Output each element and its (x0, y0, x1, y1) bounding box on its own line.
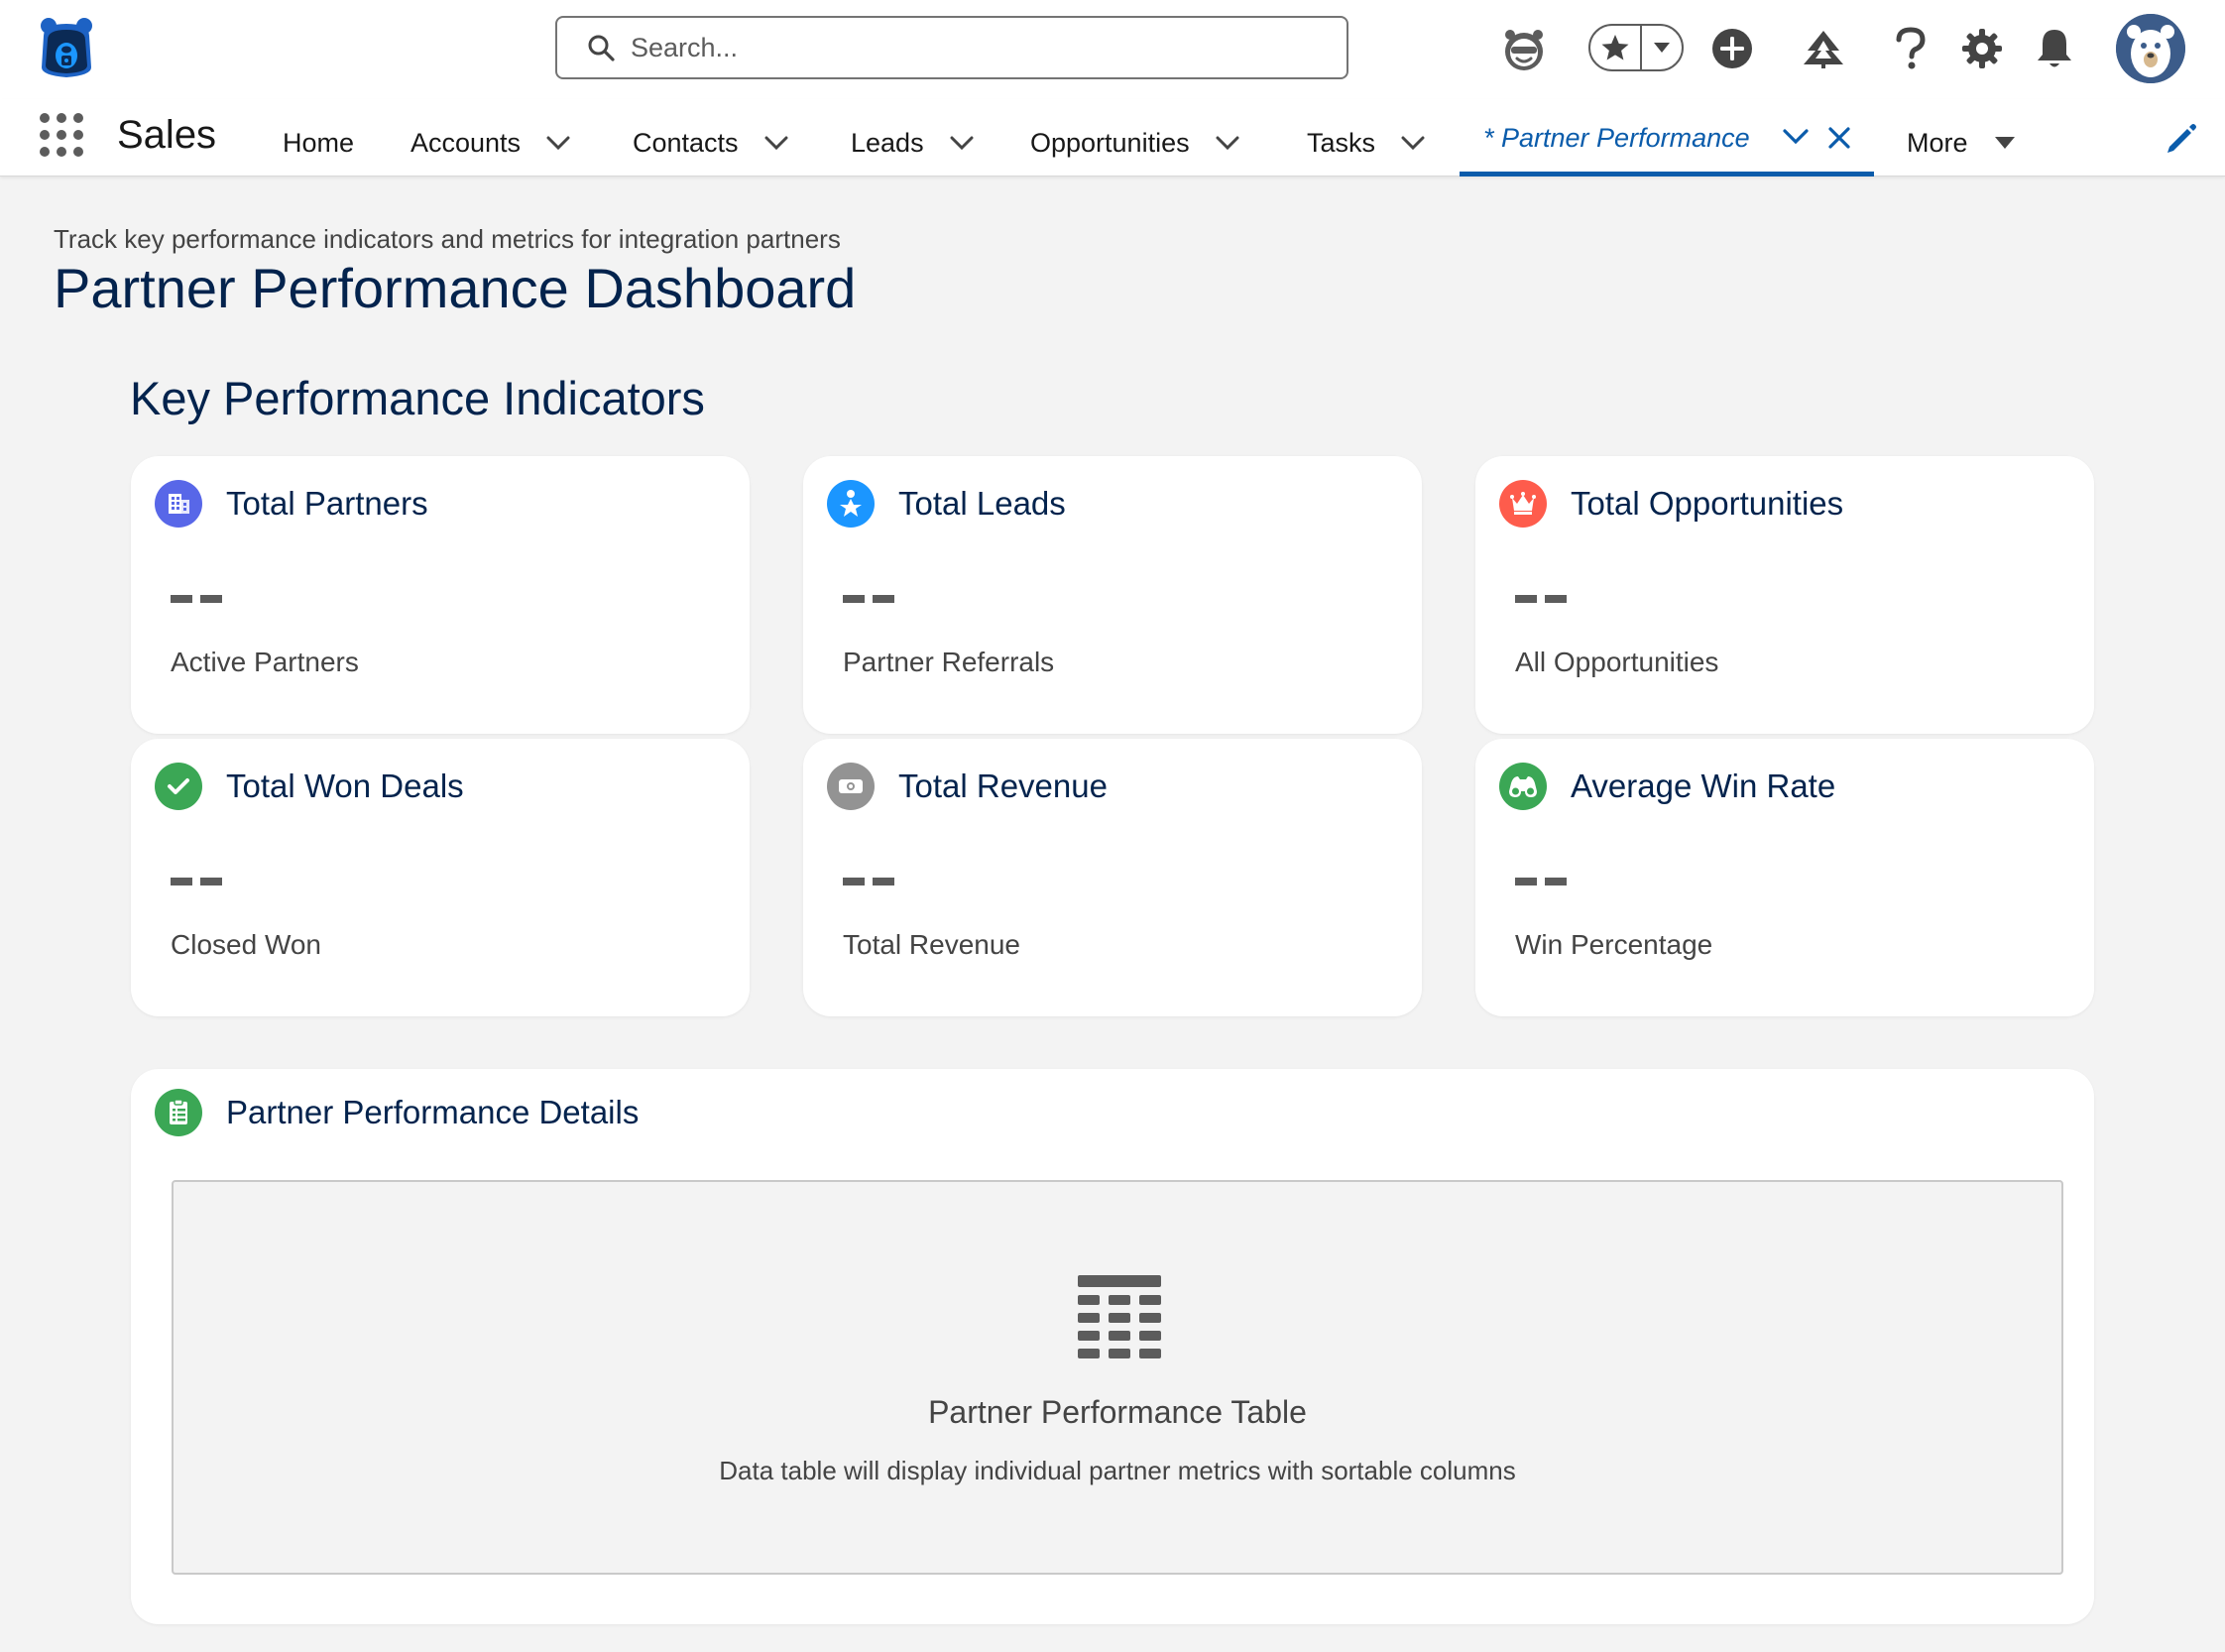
nav-item-label: Accounts (410, 127, 522, 158)
money-icon (827, 763, 875, 810)
kpi-section-title: Key Performance Indicators (130, 372, 705, 424)
help-icon[interactable] (1884, 22, 1937, 75)
kpi-title: Total Partners (226, 485, 428, 522)
favorites-group (1588, 24, 1684, 71)
kpi-card-total-revenue: Total Revenue Total Revenue (803, 739, 1422, 1016)
clipboard-icon (155, 1089, 202, 1136)
kpi-card-total-leads: Total Leads Partner Referrals (803, 456, 1422, 734)
kpi-card-total-partners: Total Partners Active Partners (131, 456, 750, 734)
search-icon (588, 35, 615, 61)
nav-item-label: Home (283, 127, 355, 158)
table-placeholder-title: Partner Performance Table (928, 1394, 1307, 1430)
kpi-label: All Opportunities (1515, 647, 1719, 677)
chevron-down-icon[interactable] (764, 136, 788, 150)
kpi-title: Average Win Rate (1571, 767, 1836, 804)
chevron-down-icon[interactable] (950, 136, 974, 150)
kpi-value-placeholder (1515, 874, 1569, 887)
global-header (0, 0, 2225, 99)
global-create-icon[interactable] (1705, 22, 1759, 75)
kpi-card-total-opportunities: Total Opportunities All Opportunities (1475, 456, 2094, 734)
partner-performance-details-card: Partner Performance Details Partner Perf… (131, 1069, 2094, 1624)
chevron-down-icon[interactable] (1216, 136, 1239, 150)
nav-item-opportunities[interactable]: Opportunities (1030, 123, 1239, 163)
kpi-value-placeholder (843, 591, 896, 605)
chevron-down-icon[interactable] (1401, 136, 1425, 150)
nav-item-leads[interactable]: Leads (851, 123, 974, 163)
person-star-icon (827, 480, 875, 528)
nav-tab-label: * Partner Performance (1483, 123, 1750, 153)
nav-item-contacts[interactable]: Contacts (633, 123, 788, 163)
table-placeholder-description: Data table will display individual partn… (719, 1456, 1516, 1485)
kpi-label: Total Revenue (843, 929, 1021, 960)
kpi-title: Total Revenue (898, 767, 1108, 804)
app-launcher-icon[interactable] (40, 113, 83, 157)
kpi-label: Active Partners (171, 647, 359, 677)
kpi-title: Total Opportunities (1571, 485, 1844, 522)
page-subtitle: Track key performance indicators and met… (54, 224, 841, 254)
nav-item-tasks[interactable]: Tasks (1307, 123, 1425, 163)
kpi-card-total-won-deals: Total Won Deals Closed Won (131, 739, 750, 1016)
caret-down-icon[interactable] (1994, 136, 2016, 150)
nav-item-label: Leads (851, 127, 924, 158)
app-name: Sales (117, 113, 217, 157)
einstein-icon[interactable] (1497, 22, 1551, 75)
app-nav-bar: Sales Home Accounts Contacts Leads Oppor… (0, 99, 2225, 177)
page-title: Partner Performance Dashboard (54, 257, 857, 319)
nav-more[interactable]: More (1907, 123, 2016, 163)
crown-icon (1499, 480, 1547, 528)
kpi-value-placeholder (1515, 591, 1569, 605)
nav-item-label: Contacts (633, 127, 739, 158)
notifications-bell-icon[interactable] (2028, 22, 2081, 75)
global-search[interactable] (555, 16, 1348, 79)
kpi-value-placeholder (843, 874, 896, 887)
chevron-down-icon[interactable] (1783, 129, 1809, 145)
partner-performance-table-placeholder: Partner Performance Table Data table wil… (172, 1180, 2063, 1575)
nav-item-accounts[interactable]: Accounts (410, 123, 570, 163)
bear-logo-icon[interactable] (38, 16, 95, 79)
edit-nav-icon[interactable] (2164, 121, 2199, 157)
kpi-title: Total Leads (898, 485, 1066, 522)
building-icon (155, 480, 202, 528)
favorites-menu-icon[interactable] (1642, 26, 1682, 69)
nav-item-label: Opportunities (1030, 127, 1190, 158)
nav-tab-partner-performance[interactable]: * Partner Performance (1460, 99, 1874, 177)
kpi-value-placeholder (171, 874, 224, 887)
kpi-value-placeholder (171, 591, 224, 605)
table-icon (1078, 1275, 1161, 1366)
setup-gear-icon[interactable] (1955, 22, 2009, 75)
kpi-title: Total Won Deals (226, 767, 464, 804)
kpi-card-average-win-rate: Average Win Rate Win Percentage (1475, 739, 2094, 1016)
check-icon (155, 763, 202, 810)
search-input[interactable] (631, 32, 1305, 63)
nav-more-label: More (1907, 127, 1968, 158)
close-icon[interactable] (1828, 127, 1850, 149)
binoculars-icon (1499, 763, 1547, 810)
nav-item-home[interactable]: Home (283, 123, 354, 163)
user-avatar[interactable] (2116, 14, 2185, 83)
nav-item-label: Tasks (1307, 127, 1376, 158)
favorites-star-icon[interactable] (1590, 26, 1642, 69)
details-title: Partner Performance Details (226, 1094, 640, 1130)
kpi-label: Closed Won (171, 929, 322, 960)
trailhead-icon[interactable] (1797, 22, 1850, 75)
kpi-label: Win Percentage (1515, 929, 1713, 960)
chevron-down-icon[interactable] (546, 136, 570, 150)
kpi-label: Partner Referrals (843, 647, 1055, 677)
